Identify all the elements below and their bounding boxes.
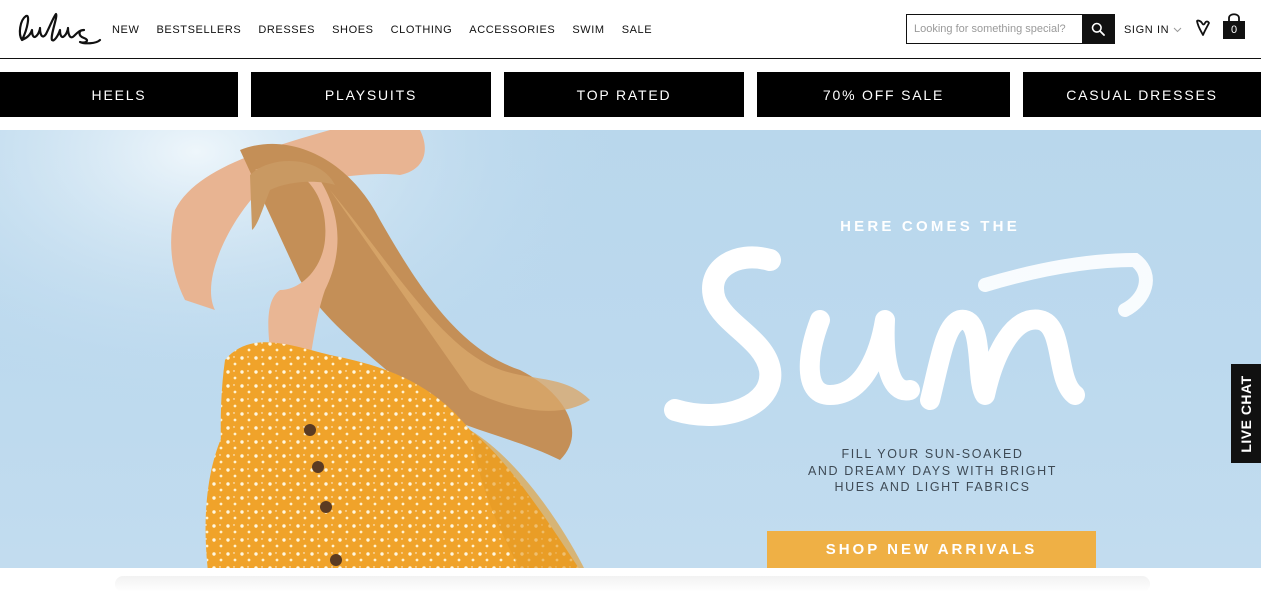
category-shortcuts: HEELS PLAYSUITS TOP RATED 70% OFF SALE C… — [0, 72, 1261, 117]
category-heels[interactable]: HEELS — [0, 72, 238, 117]
live-chat-label: LIVE CHAT — [1238, 374, 1254, 453]
hero-banner[interactable]: HERE COMES THE FILL YOUR SUN-SOAKED AND … — [0, 130, 1261, 568]
hero-model-image — [0, 130, 700, 568]
hero-script-title — [664, 246, 1153, 426]
hero-copy-line: HUES AND LIGHT FABRICS — [834, 480, 1031, 494]
hero-copy-line: FILL YOUR SUN-SOAKED — [841, 447, 1024, 461]
category-top-rated[interactable]: TOP RATED — [504, 72, 744, 117]
hero-description: FILL YOUR SUN-SOAKED AND DREAMY DAYS WIT… — [790, 446, 1075, 496]
sign-in-menu[interactable]: SIGN IN — [1124, 24, 1182, 36]
nav-new[interactable]: NEW — [112, 22, 139, 38]
search-input[interactable] — [907, 15, 1083, 43]
shopping-bag-button[interactable]: 0 — [1223, 12, 1245, 39]
search-bar — [906, 14, 1115, 44]
site-header: NEW BESTSELLERS DRESSES SHOES CLOTHING A… — [0, 0, 1261, 59]
nav-clothing[interactable]: CLOTHING — [391, 22, 453, 38]
wishlist-button[interactable] — [1195, 19, 1211, 37]
content-card-edge — [115, 576, 1150, 592]
live-chat-button[interactable]: LIVE CHAT — [1231, 364, 1261, 463]
heart-icon — [1196, 19, 1210, 36]
main-nav: NEW BESTSELLERS DRESSES SHOES CLOTHING A… — [112, 22, 669, 38]
bag-count: 0 — [1223, 21, 1245, 39]
nav-sale[interactable]: SALE — [622, 22, 653, 38]
category-playsuits[interactable]: PLAYSUITS — [251, 72, 491, 117]
nav-swim[interactable]: SWIM — [572, 22, 604, 38]
lulus-logo[interactable] — [14, 10, 102, 50]
search-icon — [1091, 22, 1105, 36]
shop-new-arrivals-button[interactable]: SHOP NEW ARRIVALS — [767, 531, 1096, 568]
nav-bestsellers[interactable]: BESTSELLERS — [156, 22, 241, 38]
hero-copy-line: AND DREAMY DAYS WITH BRIGHT — [807, 463, 1057, 478]
nav-accessories[interactable]: ACCESSORIES — [469, 22, 555, 38]
category-sale[interactable]: 70% OFF SALE — [757, 72, 1010, 117]
category-casual-dresses[interactable]: CASUAL DRESSES — [1023, 72, 1261, 117]
sign-in-label: SIGN IN — [1124, 24, 1170, 36]
chevron-down-icon — [1173, 27, 1182, 33]
search-button[interactable] — [1082, 14, 1114, 44]
nav-shoes[interactable]: SHOES — [332, 22, 374, 38]
nav-dresses[interactable]: DRESSES — [258, 22, 315, 38]
